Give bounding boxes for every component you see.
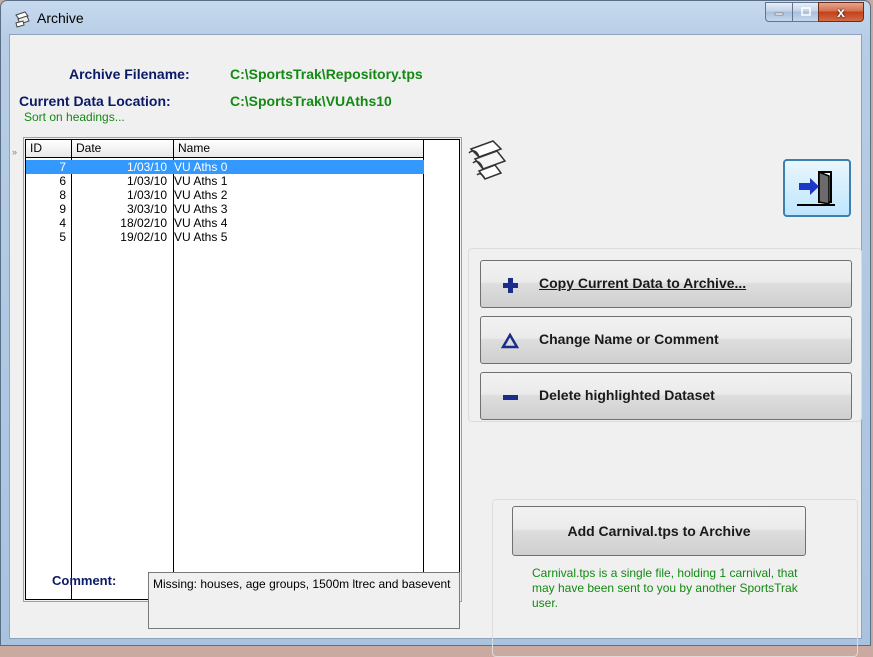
table-row[interactable]: 5 19/02/10 VU Aths 5 (26, 230, 424, 244)
cell-date: 3/03/10 (126, 202, 167, 216)
cell-name: VU Aths 5 (174, 230, 228, 244)
table-row[interactable]: 4 18/02/10 VU Aths 4 (26, 216, 424, 230)
comment-field[interactable]: Missing: houses, age groups, 1500m ltrec… (148, 572, 460, 629)
minimize-icon (774, 12, 784, 16)
row-indicator: » (12, 147, 18, 157)
archive-filename-value: C:\SportsTrak\Repository.tps (230, 66, 423, 82)
add-carnival-label: Add Carnival.tps to Archive (567, 523, 751, 539)
cell-name: VU Aths 1 (174, 174, 228, 188)
comment-label: Comment: (52, 573, 117, 588)
change-name-button[interactable]: Change Name or Comment (480, 316, 852, 364)
cell-date: 18/02/10 (120, 216, 167, 230)
carnival-note: Carnival.tps is a single file, holding 1… (532, 566, 798, 610)
close-button[interactable]: x (818, 2, 864, 22)
cell-id: 4 (59, 216, 66, 230)
maximize-button[interactable] (792, 2, 818, 22)
archive-filename-label: Archive Filename: (69, 66, 190, 82)
cell-name: VU Aths 3 (174, 202, 228, 216)
table-row[interactable]: 6 1/03/10 VU Aths 1 (26, 174, 424, 188)
minimize-button[interactable] (765, 2, 792, 22)
client-area: Archive Filename: C:\SportsTrak\Reposito… (9, 34, 862, 657)
column-header-date[interactable]: Date (72, 140, 174, 158)
cell-name: VU Aths 4 (174, 216, 228, 230)
delete-dataset-button[interactable]: Delete highlighted Dataset (480, 372, 852, 420)
archive-window: Archive x Archive Filename: C:\SportsTra… (0, 0, 871, 657)
plus-icon (503, 278, 518, 293)
caption-buttons: x (765, 2, 864, 24)
minus-icon (503, 395, 518, 400)
copy-to-archive-button[interactable]: Copy Current Data to Archive... (480, 260, 852, 308)
exit-button[interactable] (783, 159, 851, 217)
window-title: Archive (37, 10, 84, 26)
table-row[interactable]: 8 1/03/10 VU Aths 2 (26, 188, 424, 202)
close-icon: x (837, 4, 845, 20)
column-header-id[interactable]: ID (26, 140, 72, 158)
cell-date: 1/03/10 (126, 188, 167, 202)
cell-name: VU Aths 2 (174, 188, 228, 202)
table-row[interactable]: 7 1/03/10 VU Aths 0 (26, 160, 424, 174)
delete-dataset-label: Delete highlighted Dataset (539, 387, 715, 403)
cell-name: VU Aths 0 (174, 160, 228, 174)
add-carnival-button[interactable]: Add Carnival.tps to Archive (512, 506, 806, 556)
cell-date: 1/03/10 (126, 174, 167, 188)
cell-id: 6 (59, 174, 66, 188)
cell-id: 5 (59, 230, 66, 244)
cell-id: 9 (59, 202, 66, 216)
exit-door-icon (797, 170, 835, 206)
dataset-grid[interactable]: ID Date Name 7 1/03/10 VU Aths 0 6 1/03/… (25, 139, 460, 600)
maximize-icon (800, 7, 811, 16)
cell-id: 8 (59, 188, 66, 202)
cell-id: 7 (59, 160, 66, 174)
triangle-icon (501, 332, 519, 349)
archive-scroll-icon (468, 140, 507, 180)
copy-to-archive-label: Copy Current Data to Archive... (539, 275, 747, 291)
title-bar[interactable]: Archive x (1, 1, 870, 35)
data-location-value: C:\SportsTrak\VUAths10 (230, 93, 392, 109)
scroll-icon (15, 11, 30, 28)
table-row[interactable]: 9 3/03/10 VU Aths 3 (26, 202, 424, 216)
data-location-label: Current Data Location: (19, 93, 171, 109)
cell-date: 1/03/10 (126, 160, 167, 174)
cell-date: 19/02/10 (120, 230, 167, 244)
change-name-label: Change Name or Comment (539, 331, 719, 347)
column-header-name[interactable]: Name (174, 140, 424, 158)
sort-hint: Sort on headings... (24, 110, 125, 124)
